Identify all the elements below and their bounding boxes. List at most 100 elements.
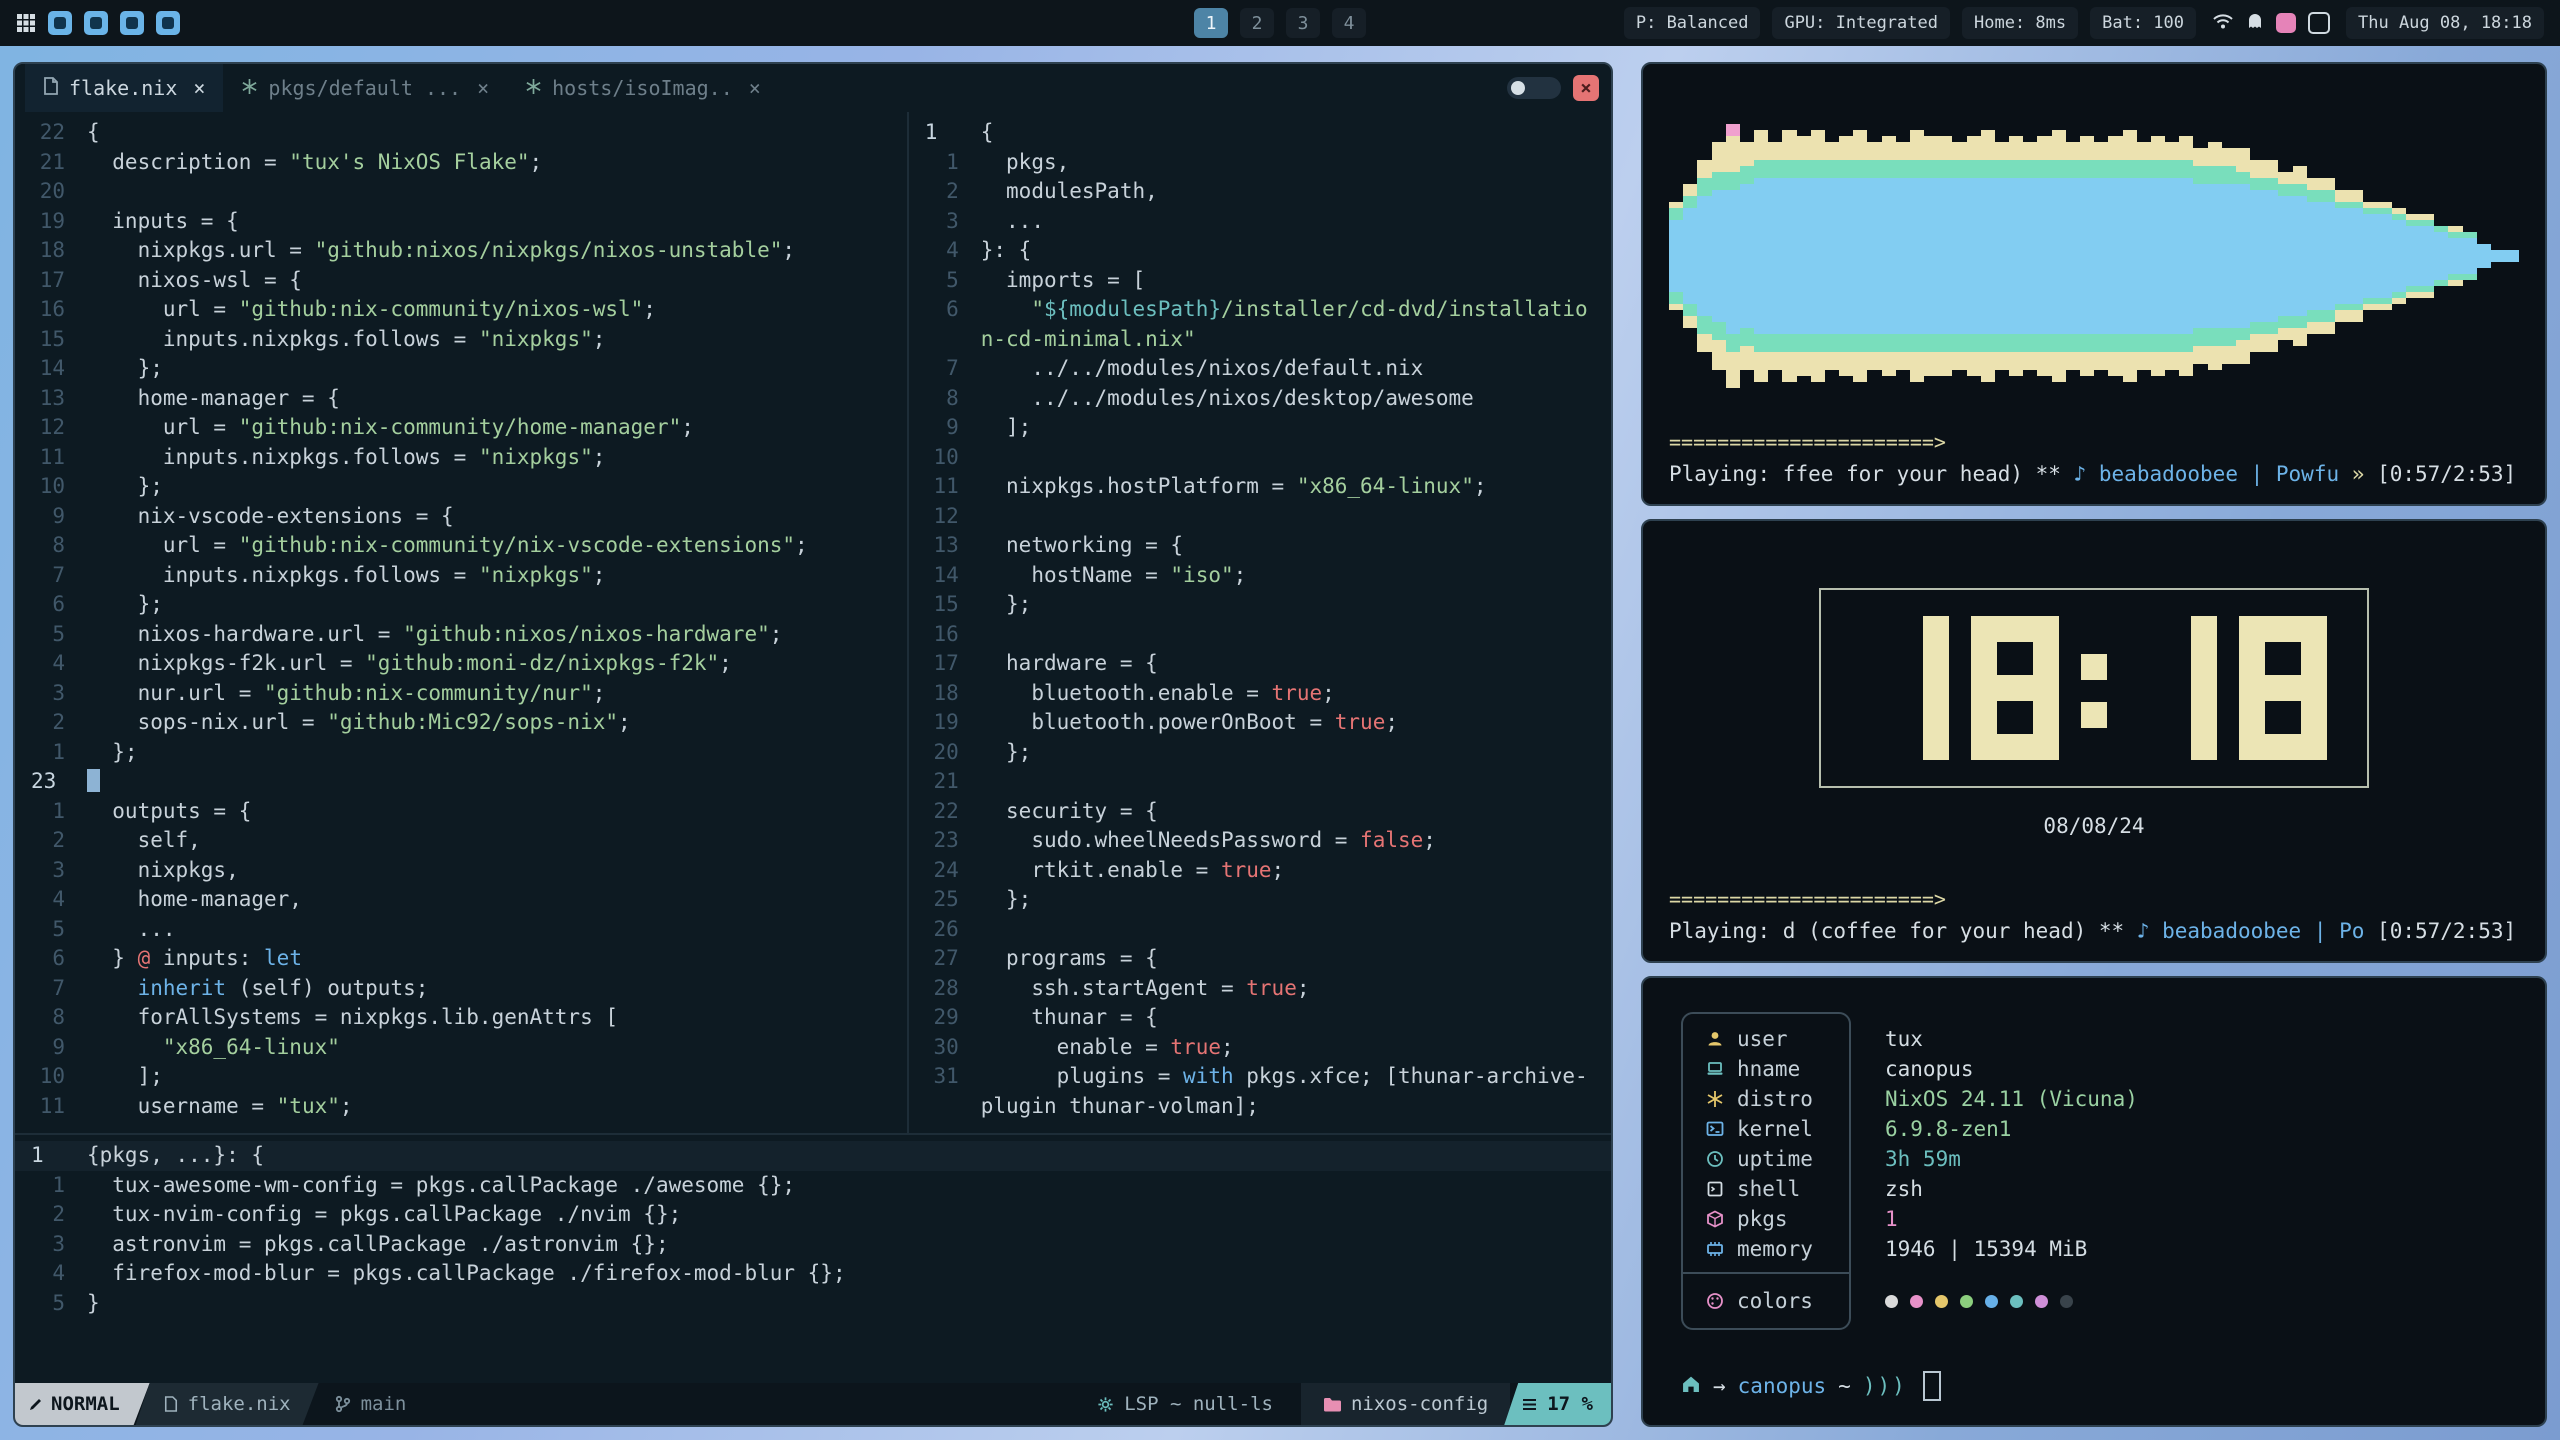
editor-pane-iso[interactable]: 1{1 pkgs,2 modulesPath,3 ...4}: {5 impor… [909, 112, 1611, 1133]
code-line[interactable]: 17 hardware = { [909, 649, 1611, 679]
code-line[interactable]: 3 nixpkgs, [15, 856, 907, 886]
window-close-button[interactable]: × [1573, 75, 1599, 101]
tray-toggle-icon[interactable] [2308, 12, 2330, 34]
code-line[interactable]: 18 bluetooth.enable = true; [909, 679, 1611, 709]
taskbar-app-icon[interactable] [120, 11, 144, 35]
code-line[interactable]: 5} [15, 1289, 1611, 1319]
code-line[interactable]: 20 }; [909, 738, 1611, 768]
code-line[interactable]: 7 inherit (self) outputs; [15, 974, 907, 1004]
tab-flake-nix[interactable]: flake.nix × [25, 64, 223, 112]
code-line[interactable]: 14 hostName = "iso"; [909, 561, 1611, 591]
code-line[interactable]: 9 nix-vscode-extensions = { [15, 502, 907, 532]
code-line[interactable]: 6 } @ inputs: let [15, 944, 907, 974]
tab-pkgs-default[interactable]: pkgs/default ... × [223, 64, 507, 112]
code-line[interactable]: 15 }; [909, 590, 1611, 620]
code-line[interactable]: 4}: { [909, 236, 1611, 266]
code-line[interactable]: 27 programs = { [909, 944, 1611, 974]
code-line[interactable]: 1 tux-awesome-wm-config = pkgs.callPacka… [15, 1171, 1611, 1201]
code-line[interactable]: 4 nixpkgs-f2k.url = "github:moni-dz/nixp… [15, 649, 907, 679]
code-line[interactable]: 9 "x86_64-linux" [15, 1033, 907, 1063]
code-line[interactable]: 18 nixpkgs.url = "github:nixos/nixpkgs/n… [15, 236, 907, 266]
code-line[interactable]: 22{ [15, 118, 907, 148]
code-line[interactable]: 21 [909, 767, 1611, 797]
code-line[interactable]: 3 astronvim = pkgs.callPackage ./astronv… [15, 1230, 1611, 1260]
code-line[interactable]: 11 username = "tux"; [15, 1092, 907, 1122]
editor-pane-pkgs-default[interactable]: 1{pkgs, ...}: {1 tux-awesome-wm-config =… [15, 1133, 1611, 1383]
code-line[interactable]: 2 sops-nix.url = "github:Mic92/sops-nix"… [15, 708, 907, 738]
code-line[interactable]: 1 pkgs, [909, 148, 1611, 178]
code-line[interactable]: 23 [15, 767, 907, 797]
code-line[interactable]: 11 nixpkgs.hostPlatform = "x86_64-linux"… [909, 472, 1611, 502]
tag-4[interactable]: 4 [1332, 8, 1366, 38]
code-line[interactable]: 10 ]; [15, 1062, 907, 1092]
code-line[interactable]: 3 nur.url = "github:nix-community/nur"; [15, 679, 907, 709]
code-line[interactable]: 1 outputs = { [15, 797, 907, 827]
network-icon[interactable] [2212, 12, 2234, 34]
code-line[interactable]: 10 }; [15, 472, 907, 502]
code-line[interactable]: 5 nixos-hardware.url = "github:nixos/nix… [15, 620, 907, 650]
code-line[interactable]: 8 url = "github:nix-community/nix-vscode… [15, 531, 907, 561]
code-line[interactable]: 13 home-manager = { [15, 384, 907, 414]
code-line[interactable]: 4 home-manager, [15, 885, 907, 915]
code-line[interactable]: 10 [909, 443, 1611, 473]
code-line[interactable]: 9 ]; [909, 413, 1611, 443]
code-line[interactable]: 5 ... [15, 915, 907, 945]
shell-prompt[interactable]: → canopus ~ ))) [1681, 1371, 2507, 1401]
code-line[interactable]: 13 networking = { [909, 531, 1611, 561]
code-line[interactable]: 3 ... [909, 207, 1611, 237]
code-line[interactable]: 16 url = "github:nix-community/nixos-wsl… [15, 295, 907, 325]
code-line[interactable]: 28 ssh.startAgent = true; [909, 974, 1611, 1004]
code-line[interactable]: 15 inputs.nixpkgs.follows = "nixpkgs"; [15, 325, 907, 355]
code-line[interactable]: 20 [15, 177, 907, 207]
code-line[interactable]: 21 description = "tux's NixOS Flake"; [15, 148, 907, 178]
code-line[interactable]: 8 ../../modules/nixos/desktop/awesome [909, 384, 1611, 414]
tab-close-icon[interactable]: × [477, 76, 489, 100]
app-launcher-icon[interactable] [16, 13, 36, 33]
code-line[interactable]: 2 self, [15, 826, 907, 856]
code-line[interactable]: 2 modulesPath, [909, 177, 1611, 207]
taskbar-app-icon[interactable] [48, 11, 72, 35]
editor-pane-flake[interactable]: 22{21 description = "tux's NixOS Flake";… [15, 112, 909, 1133]
code-line[interactable]: 6 "${modulesPath}/installer/cd-dvd/insta… [909, 295, 1611, 325]
taskbar-app-icon[interactable] [156, 11, 180, 35]
code-line[interactable]: 7 ../../modules/nixos/default.nix [909, 354, 1611, 384]
ghost-icon[interactable] [2246, 12, 2264, 34]
code-line[interactable]: 12 url = "github:nix-community/home-mana… [15, 413, 907, 443]
tab-hosts-isoimage[interactable]: hosts/isoImag.. × [507, 64, 779, 112]
code-line[interactable]: 8 forAllSystems = nixpkgs.lib.genAttrs [ [15, 1003, 907, 1033]
code-line[interactable]: n-cd-minimal.nix" [909, 325, 1611, 355]
code-line[interactable]: 19 bluetooth.powerOnBoot = true; [909, 708, 1611, 738]
code-line[interactable]: 16 [909, 620, 1611, 650]
code-line[interactable]: 29 thunar = { [909, 1003, 1611, 1033]
code-line[interactable]: 12 [909, 502, 1611, 532]
code-line[interactable]: 1{pkgs, ...}: { [15, 1141, 1611, 1171]
code-line[interactable]: plugin thunar-volman]; [909, 1092, 1611, 1122]
code-line[interactable]: 17 nixos-wsl = { [15, 266, 907, 296]
code-line[interactable]: 19 inputs = { [15, 207, 907, 237]
code-line[interactable]: 5 imports = [ [909, 266, 1611, 296]
code-line[interactable]: 24 rtkit.enable = true; [909, 856, 1611, 886]
code-line[interactable]: 4 firefox-mod-blur = pkgs.callPackage ./… [15, 1259, 1611, 1289]
code-line[interactable]: 25 }; [909, 885, 1611, 915]
code-line[interactable]: 6 }; [15, 590, 907, 620]
code-line[interactable]: 7 inputs.nixpkgs.follows = "nixpkgs"; [15, 561, 907, 591]
code-line[interactable]: 23 sudo.wheelNeedsPassword = false; [909, 826, 1611, 856]
code-line[interactable]: 2 tux-nvim-config = pkgs.callPackage ./n… [15, 1200, 1611, 1230]
code-line[interactable]: 14 }; [15, 354, 907, 384]
layout-toggle[interactable] [1507, 77, 1561, 99]
tab-close-icon[interactable]: × [193, 76, 205, 100]
system-tray [2208, 12, 2334, 34]
code-line[interactable]: 1 }; [15, 738, 907, 768]
tag-3[interactable]: 3 [1286, 8, 1320, 38]
code-line[interactable]: 30 enable = true; [909, 1033, 1611, 1063]
code-line[interactable]: 26 [909, 915, 1611, 945]
taskbar-app-icon[interactable] [84, 11, 108, 35]
tag-1[interactable]: 1 [1194, 8, 1228, 38]
code-line[interactable]: 31 plugins = with pkgs.xfce; [thunar-arc… [909, 1062, 1611, 1092]
recorder-icon[interactable] [2276, 13, 2296, 33]
code-line[interactable]: 22 security = { [909, 797, 1611, 827]
code-line[interactable]: 11 inputs.nixpkgs.follows = "nixpkgs"; [15, 443, 907, 473]
tab-close-icon[interactable]: × [749, 76, 761, 100]
code-line[interactable]: 1{ [909, 118, 1611, 148]
tag-2[interactable]: 2 [1240, 8, 1274, 38]
